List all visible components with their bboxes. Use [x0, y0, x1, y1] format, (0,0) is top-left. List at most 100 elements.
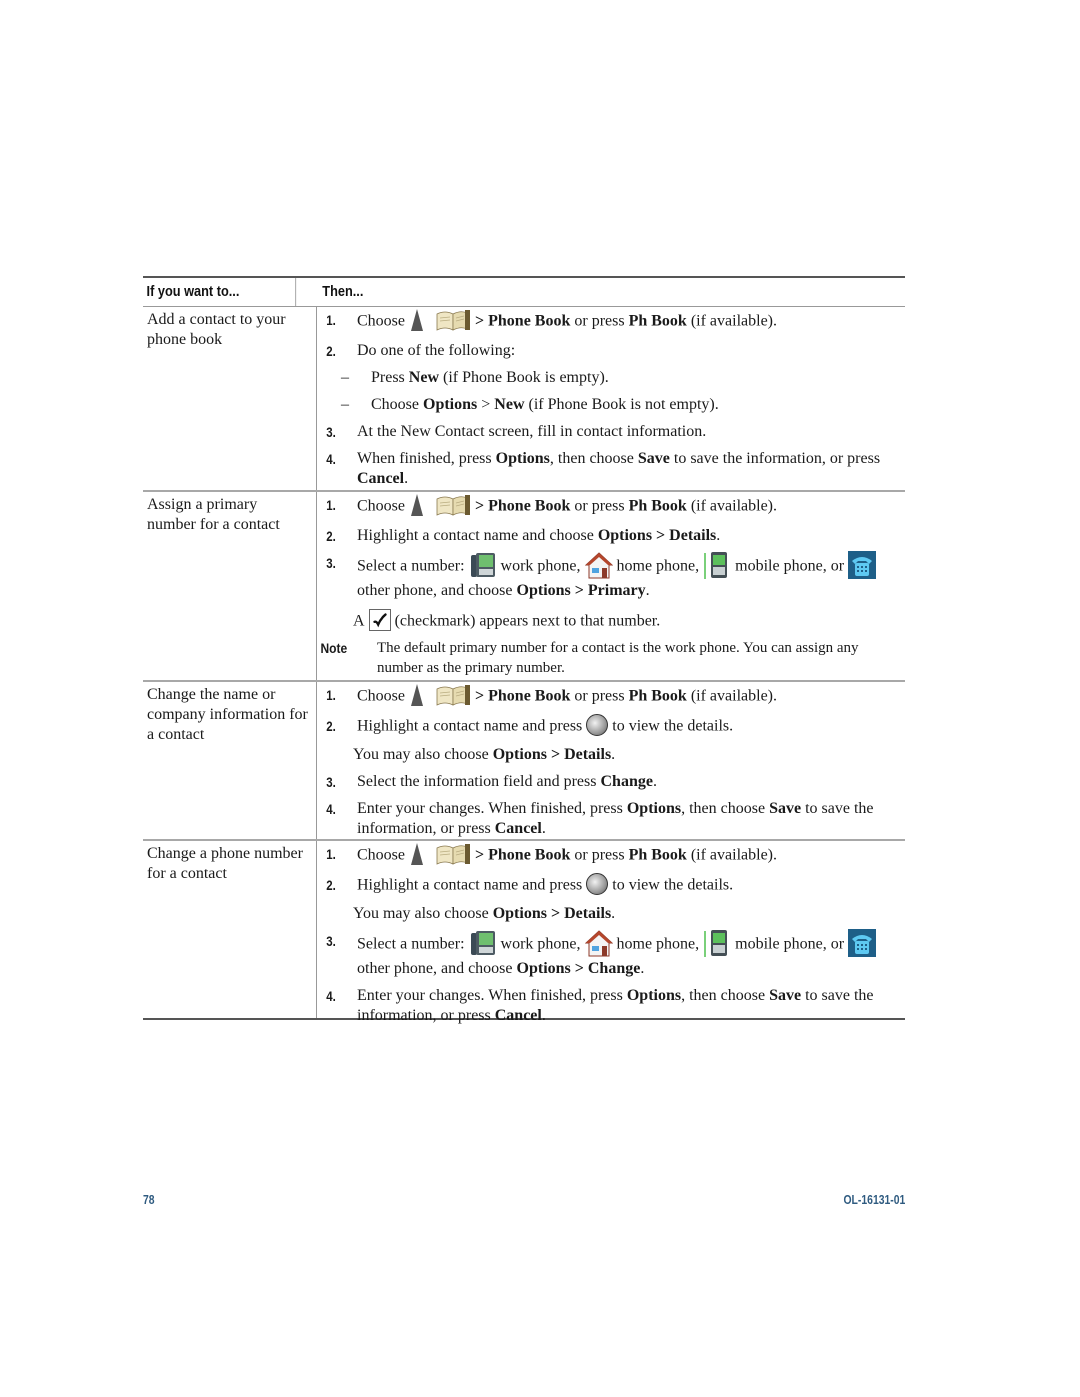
page-number: 78	[143, 1192, 155, 1207]
step-text: (if Phone Book is not empty).	[524, 396, 719, 413]
navigation-up-arrow-icon	[411, 684, 423, 706]
step-text: (if available).	[686, 312, 777, 330]
step-text: to view the details.	[612, 717, 734, 735]
softkey-label: Save	[769, 987, 802, 1004]
step-number: 1.	[326, 497, 336, 513]
step-text: >	[477, 396, 495, 413]
table-row: Assign a primary number for a contact 1.…	[143, 492, 905, 682]
softkey-label: Save	[637, 450, 670, 467]
step-number: 3.	[326, 774, 336, 790]
steps-cell: 1. Choose > Phone Book or press Ph Book (…	[317, 492, 905, 680]
step-text: Highlight a contact name and press	[357, 876, 583, 894]
step-text: mobile phone, or	[735, 935, 845, 953]
softkey-label: Options	[495, 450, 550, 467]
menu-path: > Phone Book	[475, 687, 571, 705]
step-text: Choose	[371, 396, 423, 413]
step-number: 1.	[326, 846, 336, 862]
step-text: A	[353, 612, 365, 630]
step-text: Choose	[357, 312, 405, 330]
step-text: , then choose	[549, 450, 638, 467]
work-phone-icon	[469, 929, 497, 957]
step-text: or press	[570, 312, 629, 330]
step-text: work phone,	[500, 557, 581, 575]
step-number: 1.	[326, 312, 336, 328]
step-text: You may also choose	[353, 746, 493, 763]
step-text: .	[404, 470, 409, 487]
step-number: 2.	[326, 528, 336, 544]
step-text: other phone, and choose	[357, 960, 517, 977]
step-number: 4.	[326, 801, 336, 817]
step-number: 2.	[326, 343, 336, 359]
softkey-label: Cancel	[494, 820, 542, 837]
step-text: Highlight a contact name and press	[357, 717, 583, 735]
task-cell: Add a contact to your phone book	[143, 307, 317, 490]
softkey-label: Ph Book	[628, 497, 687, 515]
softkey-label: Cancel	[357, 470, 405, 487]
select-button-icon	[586, 714, 609, 736]
step-text: At the New Contact screen, fill in conta…	[357, 423, 707, 440]
table-row: Change a phone number for a contact 1. C…	[143, 841, 905, 1024]
phone-book-icon	[435, 842, 471, 866]
step-text: or press	[570, 846, 629, 864]
step: 2. Highlight a contact name and press to …	[323, 714, 905, 738]
softkey-label: Save	[769, 800, 802, 817]
softkey-label: Ph Book	[628, 846, 687, 864]
softkey-label: Options > Details	[492, 905, 612, 922]
step-text: Choose	[357, 497, 405, 515]
softkey-label: Options	[626, 800, 682, 817]
step-text: home phone,	[616, 935, 700, 953]
step-text: (if Phone Book is empty).	[439, 369, 609, 386]
step-text: (if available).	[686, 846, 777, 864]
step: 3. Select a number: work phone, home phone…	[323, 931, 905, 979]
sub-option: – Press New (if Phone Book is empty).	[323, 368, 905, 388]
home-phone-icon	[585, 551, 613, 579]
softkey-label: Options > Details	[492, 746, 612, 763]
softkey-label: Options > Change	[516, 960, 641, 977]
steps-cell: 1. Choose > Phone Book or press Ph Book (…	[317, 841, 905, 1024]
step-text: Select a number:	[357, 935, 465, 953]
step: 1. Choose > Phone Book or press Ph Book (…	[323, 684, 905, 709]
step-text: .	[716, 527, 721, 544]
softkey-label: Ph Book	[628, 687, 687, 705]
step-number: 1.	[326, 687, 336, 703]
steps-cell: 1. Choose > Phone Book or press Ph Book (…	[317, 307, 905, 490]
navigation-up-arrow-icon	[411, 843, 423, 865]
alternate-instruction: You may also choose Options > Details.	[323, 745, 905, 765]
note-label: Note	[320, 640, 348, 656]
select-button-icon	[586, 873, 609, 895]
step-text: home phone,	[616, 557, 700, 575]
other-phone-icon	[848, 929, 876, 957]
navigation-up-arrow-icon	[411, 494, 423, 516]
step: 3. Select the information field and pres…	[323, 772, 905, 792]
step-text: .	[652, 773, 657, 790]
step: 2. Do one of the following:	[323, 341, 905, 361]
alternate-instruction: You may also choose Options > Details.	[323, 904, 905, 924]
note: Note The default primary number for a co…	[317, 638, 905, 678]
mobile-phone-icon	[703, 551, 731, 579]
header-if-you-want-to: If you want to...	[143, 278, 297, 306]
menu-path: > Phone Book	[475, 846, 571, 864]
step-number: 3.	[326, 424, 336, 440]
step-text: Choose	[357, 687, 405, 705]
step-text: Do one of the following:	[357, 342, 516, 359]
step-text: Choose	[357, 846, 405, 864]
task-cell: Change the name or company information f…	[143, 682, 317, 839]
header-then: Then...	[322, 284, 364, 300]
task-cell: Assign a primary number for a contact	[143, 492, 317, 680]
step-text: or press	[570, 497, 629, 515]
step-text: .	[611, 746, 616, 763]
step: 1. Choose > Phone Book or press Ph Book (…	[323, 309, 905, 334]
softkey-label: Cancel	[494, 1007, 542, 1024]
step-text: work phone,	[500, 935, 581, 953]
step-text: , then choose	[681, 800, 770, 817]
step-number: 3.	[326, 555, 336, 571]
step-text: Select a number:	[357, 557, 465, 575]
step-text: or press	[570, 687, 629, 705]
menu-path: > Phone Book	[475, 312, 571, 330]
step: 2. Highlight a contact name and choose O…	[323, 526, 905, 546]
step: 3. At the New Contact screen, fill in co…	[323, 422, 905, 442]
mobile-phone-icon	[703, 929, 731, 957]
table-row: Add a contact to your phone book 1. Choo…	[143, 307, 905, 492]
step-number: 4.	[326, 451, 336, 467]
page-footer: 78 OL-16131-01	[143, 1192, 905, 1210]
